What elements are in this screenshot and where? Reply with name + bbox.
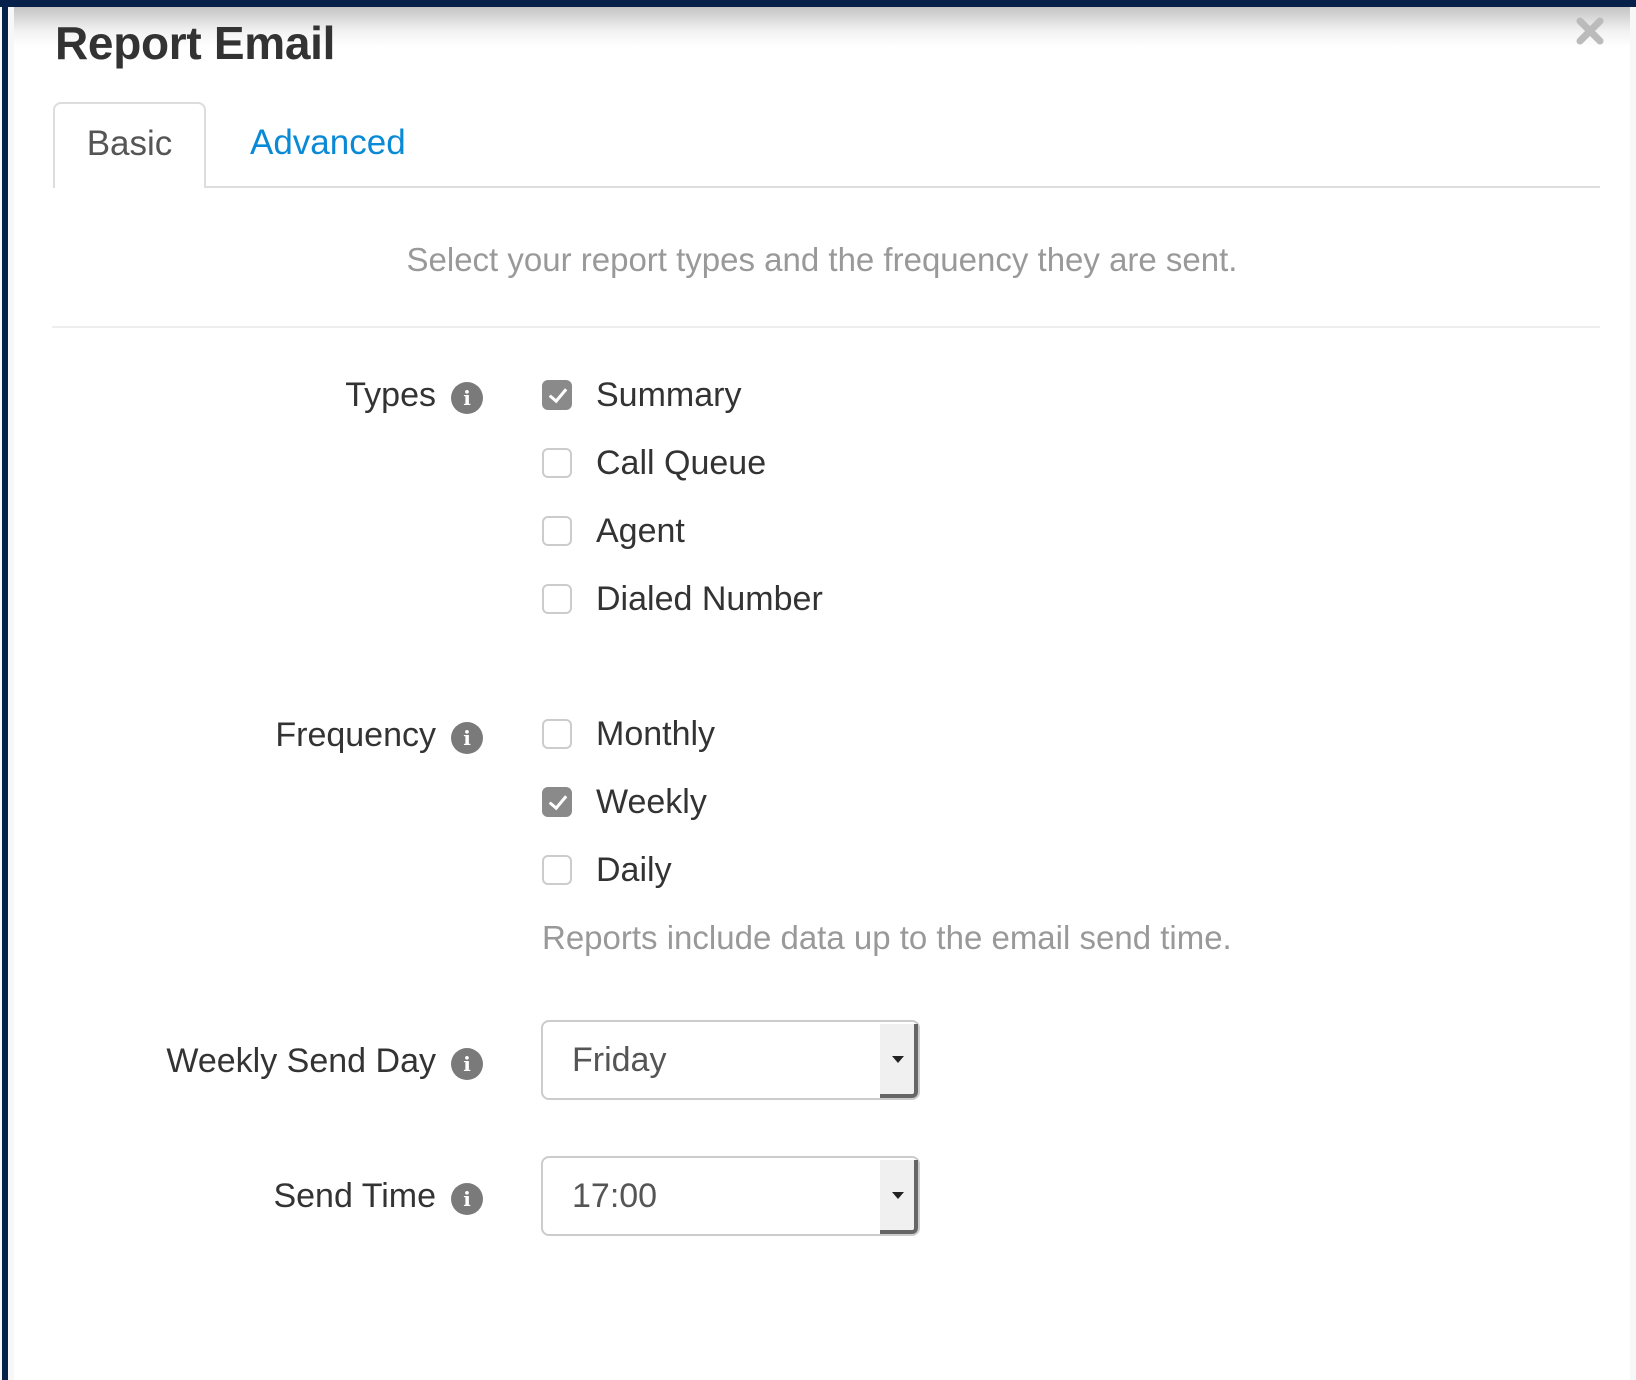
send-time-select[interactable]: 17:00 [541,1156,920,1236]
select-value: Friday [572,1041,667,1079]
tab-basic[interactable]: Basic [53,102,206,188]
checkbox-label: Weekly [596,783,707,821]
weekly-send-day-label: Weekly Send Day [166,1042,436,1080]
close-button[interactable] [1570,11,1610,51]
frequency-label: Frequency [275,716,436,754]
checkbox-label: Dialed Number [596,580,823,618]
checkbox-label: Daily [596,851,672,889]
weekly-send-day-select[interactable]: Friday [541,1020,920,1100]
window-frame-top [0,0,1636,7]
tabs-divider [53,186,1600,188]
frequency-help-text: Reports include data up to the email sen… [542,919,1232,956]
info-icon[interactable]: i [451,1183,483,1215]
checkbox-label: Monthly [596,715,716,753]
checkbox-unchecked-icon[interactable] [542,448,572,478]
checkbox-unchecked-icon[interactable] [542,855,572,885]
types-label: Types [345,376,436,414]
checkbox-label: Summary [596,376,742,414]
section-divider [52,326,1600,328]
checkbox-unchecked-icon[interactable] [542,719,572,749]
checkbox-label: Agent [596,512,685,550]
checkbox-checked-icon[interactable] [542,787,572,817]
send-time-label: Send Time [273,1177,436,1215]
info-icon[interactable]: i [451,1048,483,1080]
info-icon[interactable]: i [451,722,483,754]
report-email-modal: Report Email Basic Advanced Select your … [14,7,1630,1380]
checkbox-label: Call Queue [596,444,767,482]
chevron-down-icon[interactable] [880,1024,918,1098]
info-icon[interactable]: i [451,382,483,414]
modal-title: Report Email [55,17,336,69]
chevron-down-icon[interactable] [880,1160,918,1234]
tab-advanced[interactable]: Advanced [250,119,406,167]
checkbox-unchecked-icon[interactable] [542,584,572,614]
window-frame-left [2,0,8,1380]
checkbox-checked-icon[interactable] [542,380,572,410]
checkbox-unchecked-icon[interactable] [542,516,572,546]
close-icon [1576,17,1604,45]
modal-subtitle: Select your report types and the frequen… [406,241,1238,278]
select-value: 17:00 [572,1177,658,1215]
